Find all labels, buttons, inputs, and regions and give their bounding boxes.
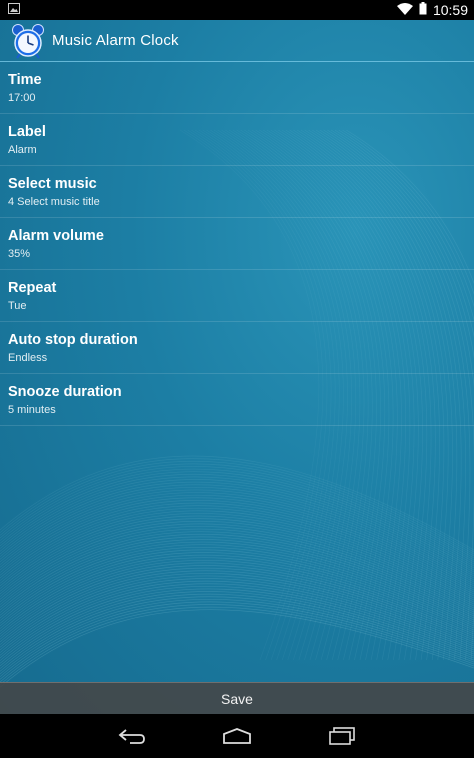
wifi-icon: [396, 2, 413, 18]
preference-list: Time 17:00 Label Alarm Select music 4 Se…: [0, 62, 474, 426]
save-label: Save: [221, 690, 253, 707]
pref-alarm-volume[interactable]: Alarm volume 35%: [0, 218, 474, 270]
pref-summary: 35%: [8, 248, 31, 260]
navigation-bar: [0, 714, 474, 758]
recent-apps-icon[interactable]: [322, 721, 362, 751]
pref-repeat[interactable]: Repeat Tue: [0, 270, 474, 322]
pref-title: Alarm volume: [8, 228, 104, 244]
image-icon: [8, 1, 20, 19]
status-bar: 10:59: [0, 0, 474, 20]
pref-label[interactable]: Label Alarm: [0, 114, 474, 166]
pref-summary: Alarm: [8, 144, 37, 156]
home-icon[interactable]: [217, 721, 257, 751]
pref-time[interactable]: Time 17:00: [0, 62, 474, 114]
alarm-clock-icon[interactable]: [10, 23, 46, 59]
pref-title: Snooze duration: [8, 384, 122, 400]
save-button[interactable]: Save: [0, 682, 474, 714]
action-bar: Music Alarm Clock: [0, 20, 474, 62]
pref-title: Label: [8, 124, 46, 140]
app-area: Music Alarm Clock Time 17:00 Label Alarm…: [0, 20, 474, 714]
pref-title: Auto stop duration: [8, 332, 138, 348]
pref-summary: 17:00: [8, 92, 36, 104]
pref-title: Time: [8, 72, 42, 88]
pref-summary: 4 Select music title: [8, 196, 100, 208]
pref-title: Repeat: [8, 280, 57, 296]
pref-summary: Endless: [8, 352, 48, 364]
pref-auto-stop-duration[interactable]: Auto stop duration Endless: [0, 322, 474, 374]
pref-select-music[interactable]: Select music 4 Select music title: [0, 166, 474, 218]
battery-icon: [419, 2, 427, 18]
status-right: 10:59: [396, 2, 468, 18]
pref-summary: 5 minutes: [8, 404, 56, 416]
status-time: 10:59: [432, 2, 468, 18]
app-title: Music Alarm Clock: [52, 32, 179, 49]
pref-snooze-duration[interactable]: Snooze duration 5 minutes: [0, 374, 474, 426]
back-icon[interactable]: [112, 721, 152, 751]
pref-title: Select music: [8, 176, 97, 192]
pref-summary: Tue: [8, 300, 27, 312]
